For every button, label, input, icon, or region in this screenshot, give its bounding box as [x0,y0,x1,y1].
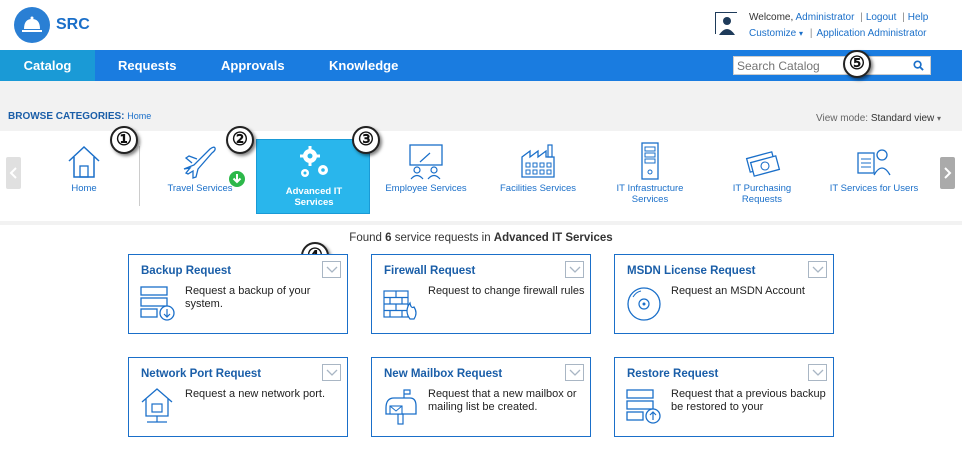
header: SRC Welcome, Administrator | Logout | Help… [0,0,962,50]
results-summary: Found 6 service requests in Advanced IT … [349,232,613,244]
callout-2: ② [226,126,254,154]
money-icon [745,151,781,177]
view-mode-selector[interactable]: View mode: Standard view ▾ [816,113,941,124]
airplane-icon [183,146,216,179]
disc-icon [627,287,661,321]
expand-toggle[interactable] [322,364,341,381]
factory-icon [521,144,555,178]
presentation-icon [409,144,443,180]
tab-knowledge[interactable]: Knowledge [329,50,398,81]
callout-1: ① [110,126,138,154]
gears-icon [300,146,328,177]
search-input[interactable] [737,58,907,74]
card-msdn-license-request[interactable]: MSDN License Request Request an MSDN Acc… [614,254,834,334]
download-badge-icon [229,171,245,187]
view-mode-value[interactable]: Standard view [871,113,934,124]
app-name[interactable]: SRC [56,16,90,34]
card-description: Request to change firewall rules [428,285,585,297]
role-link[interactable]: Application Administrator [816,28,926,39]
card-title[interactable]: New Mailbox Request [384,368,502,380]
carousel-prev-button[interactable] [6,157,21,189]
card-description: Request a new network port. [185,388,326,400]
card-title[interactable]: MSDN License Request [627,265,755,277]
expand-toggle[interactable] [808,364,827,381]
restore-icon [626,389,661,424]
firewall-icon [383,290,417,320]
caret-down-icon: ▾ [937,114,942,123]
card-description: Request that a previous backup be restor… [671,388,826,413]
tab-requests[interactable]: Requests [118,50,177,81]
help-link[interactable]: Help [908,12,929,23]
card-title[interactable]: Restore Request [627,368,718,380]
network-icon [141,388,173,423]
search-icon[interactable] [913,60,924,71]
chevron-down-icon [326,369,338,376]
tab-approvals[interactable]: Approvals [221,50,285,81]
breadcrumb-label: BROWSE CATEGORIES: [8,111,125,122]
card-title[interactable]: Backup Request [141,265,231,277]
backup-icon [140,286,175,321]
user-links: Welcome, Administrator | Logout | Help [749,12,928,23]
breadcrumb-home[interactable]: Home [127,111,151,121]
category-facilities-services[interactable]: Facilities Services [482,137,594,213]
logout-link[interactable]: Logout [866,12,897,23]
users-icon [857,149,891,176]
home-icon [68,145,100,178]
expand-toggle[interactable] [808,261,827,278]
category-it-services-for-users[interactable]: IT Services for Users [818,137,930,213]
card-description: Request a backup of your system. [185,285,311,310]
divider: | [902,12,905,23]
chevron-down-icon [812,369,824,376]
chevron-down-icon [569,369,581,376]
callout-3: ③ [352,126,380,154]
card-network-port-request[interactable]: Network Port Request Request a new netwo… [128,357,348,437]
category-employee-services[interactable]: Employee Services [370,137,482,213]
category-it-infrastructure-services[interactable]: IT Infrastructure Services [594,137,706,213]
divider: | [809,28,813,39]
user-name-link[interactable]: Administrator [796,12,855,23]
callout-5: ⑤ [843,50,871,78]
category-advanced-it-services[interactable]: Advanced IT Services [256,139,370,214]
expand-toggle[interactable] [565,261,584,278]
card-new-mailbox-request[interactable]: New Mailbox Request Request that a new m… [371,357,591,437]
card-description: Request that a new mailbox or mailing li… [428,388,577,413]
card-firewall-request[interactable]: Firewall Request Request to change firew… [371,254,591,334]
carousel-next-button[interactable] [940,157,955,189]
divider: | [860,12,863,23]
category-it-purchasing-requests[interactable]: IT Purchasing Requests [706,137,818,213]
search-box [733,56,931,75]
welcome-text: Welcome, [749,12,794,23]
mailbox-icon [385,389,417,425]
expand-toggle[interactable] [322,261,341,278]
breadcrumb: BROWSE CATEGORIES: Home [8,111,151,122]
card-backup-request[interactable]: Backup Request Request a backup of your … [128,254,348,334]
tab-catalog[interactable]: Catalog [0,50,95,81]
card-description: Request an MSDN Account [671,285,805,297]
card-restore-request[interactable]: Restore Request Request that a previous … [614,357,834,437]
user-links-2: Customize ▾ | Application Administrator [749,28,927,39]
chevron-down-icon [569,266,581,273]
expand-toggle[interactable] [565,364,584,381]
card-title[interactable]: Network Port Request [141,368,261,380]
card-title[interactable]: Firewall Request [384,265,475,277]
chevron-down-icon [812,266,824,273]
server-icon [641,142,659,180]
user-avatar-icon [715,12,738,35]
customize-menu[interactable]: Customize ▾ [749,28,803,39]
logo-icon[interactable] [14,7,50,43]
divider [139,146,140,206]
caret-down-icon: ▾ [799,29,804,38]
chevron-down-icon [326,266,338,273]
